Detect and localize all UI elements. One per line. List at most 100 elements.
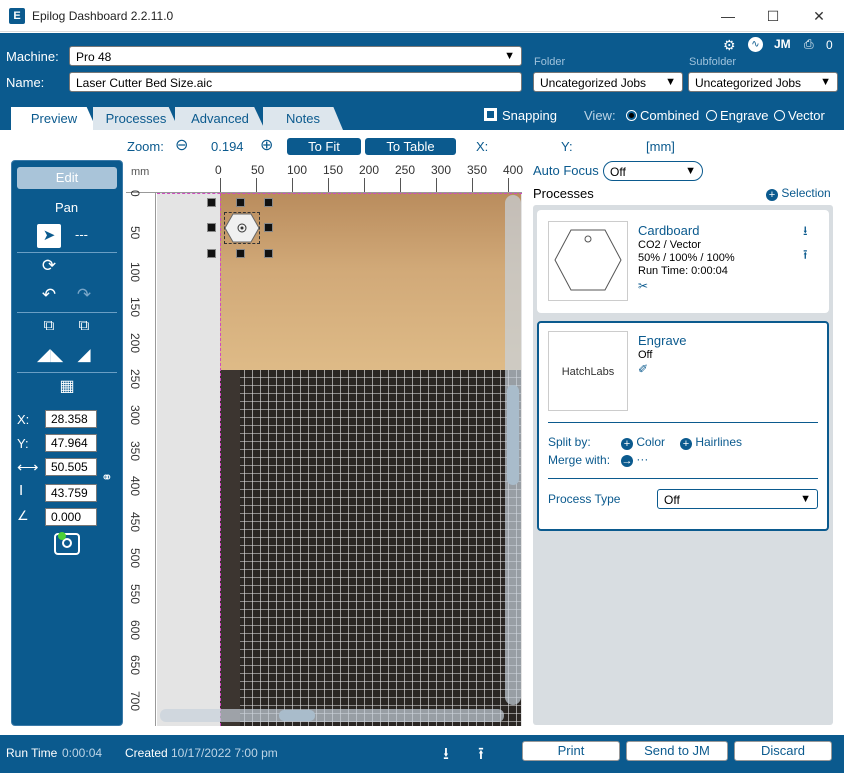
name-input[interactable]: Laser Cutter Bed Size.aic (69, 72, 522, 92)
folder-select[interactable]: Uncategorized Jobs ▼ (533, 72, 683, 92)
ruler-tick-label: 600 (128, 619, 142, 640)
chevron-down-icon: ▼ (800, 493, 811, 505)
print-button[interactable]: Print (522, 741, 620, 761)
view-vector-radio[interactable]: Vector (774, 108, 825, 123)
printer-icon[interactable]: ⎙ (804, 37, 814, 52)
resize-handle[interactable] (207, 223, 216, 232)
rotate-icon[interactable]: ⟳ (37, 256, 61, 276)
import-icon[interactable]: ⭳ (803, 222, 808, 244)
tab-notes[interactable]: Notes (263, 107, 343, 130)
x-coord-label: X: (476, 139, 489, 154)
edit-button[interactable]: Edit (17, 167, 117, 189)
divider (17, 312, 117, 313)
process-type-select[interactable]: Off ▼ (657, 489, 818, 509)
x-position-input[interactable]: 28.358 (45, 410, 97, 428)
engrave-process-name[interactable]: Engrave (638, 333, 686, 348)
bed-boundary-left (220, 193, 221, 726)
tab-preview[interactable]: Preview (11, 107, 97, 130)
import-folder-icon[interactable]: ⭳ (443, 741, 449, 770)
split-by-hairlines-button[interactable]: + Hairlines (680, 435, 742, 450)
ruler-tick-mark (508, 178, 509, 192)
snapping-checkbox[interactable] (484, 108, 497, 121)
undo-icon[interactable]: ↶ (37, 285, 61, 305)
scissors-icon[interactable]: ✂ (638, 279, 648, 293)
height-icon: I (19, 482, 24, 499)
gear-icon[interactable]: ⚙ (723, 37, 736, 54)
tab-processes[interactable]: Processes (93, 107, 179, 130)
resize-handle[interactable] (264, 223, 273, 232)
add-selection-button[interactable]: + Selection (766, 186, 831, 201)
process-name[interactable]: Cardboard (638, 223, 699, 238)
resize-handle[interactable] (207, 249, 216, 258)
ruler-tick-label: 450 (128, 512, 142, 533)
subfolder-select[interactable]: Uncategorized Jobs ▼ (688, 72, 838, 92)
resize-handle[interactable] (236, 249, 245, 258)
process-run-time: Run Time: 0:00:04 (638, 265, 728, 277)
bed-rail (220, 370, 240, 726)
flip-horizontal-icon[interactable]: ◢◣ (37, 345, 63, 365)
subfolder-label: Subfolder (689, 56, 737, 68)
ungroup-icon[interactable]: ⧉ (72, 317, 96, 334)
auto-focus-select[interactable]: Off ▼ (603, 161, 703, 181)
resize-handle[interactable] (264, 198, 273, 207)
camera-status-dot (58, 532, 66, 540)
bed-boundary-top (157, 193, 522, 194)
minimize-button[interactable]: — (717, 5, 739, 27)
arrow-right-icon: → (621, 455, 633, 467)
resize-handle[interactable] (264, 249, 273, 258)
zoom-out-icon[interactable]: ⊖ (175, 135, 188, 155)
engrave-tool-icon[interactable]: ✐ (638, 362, 648, 376)
divider (548, 422, 818, 423)
chevron-down-icon: ▼ (685, 165, 696, 177)
export-icon[interactable]: ⭱ (803, 246, 808, 268)
divider (548, 478, 818, 479)
close-button[interactable]: ✕ (808, 5, 830, 27)
select-pointer-icon[interactable]: ➤ (37, 224, 61, 248)
machine-select[interactable]: Pro 48 ▼ (69, 46, 522, 66)
horizontal-scroll-thumb[interactable] (279, 710, 315, 721)
divider (17, 252, 117, 253)
horizontal-scrollbar[interactable] (160, 709, 504, 722)
y-position-input[interactable]: 47.964 (45, 434, 97, 452)
auto-focus-label: Auto Focus (533, 163, 599, 178)
flip-vertical-icon[interactable]: ◢ (72, 345, 96, 365)
resize-handle[interactable] (207, 198, 216, 207)
zoom-value: 0.194 (211, 139, 244, 154)
zoom-in-icon[interactable]: ⊕ (260, 135, 273, 155)
view-combined-radio[interactable]: Combined (626, 108, 699, 123)
pan-label[interactable]: Pan (55, 200, 78, 215)
print-count: 0 (826, 38, 833, 52)
activity-icon[interactable]: ∿ (748, 37, 763, 52)
ruler-tick-mark (436, 178, 437, 192)
link-icon[interactable]: ⚭ (101, 469, 113, 486)
to-fit-button[interactable]: To Fit (287, 138, 361, 155)
camera-image-honeycomb-bed (220, 370, 521, 726)
tab-advanced[interactable]: Advanced (175, 107, 265, 130)
footer-run-time-value: 0:00:04 (62, 746, 103, 760)
array-grid-icon[interactable]: ▦ (55, 376, 79, 396)
ruler-tick-label: 150 (323, 163, 344, 177)
merge-with-button[interactable]: → ··· (621, 452, 648, 467)
vertical-scroll-thumb[interactable] (507, 385, 519, 485)
resize-handle[interactable] (236, 198, 245, 207)
ruler-tick-label: 250 (128, 369, 142, 390)
width-input[interactable]: 50.505 (45, 458, 97, 476)
to-table-button[interactable]: To Table (365, 138, 456, 155)
folder-label: Folder (534, 56, 566, 68)
height-input[interactable]: 43.759 (45, 484, 97, 502)
ruler-tick-label: 50 (128, 225, 142, 240)
send-to-jm-button[interactable]: Send to JM (626, 741, 728, 761)
angle-input[interactable]: 0.000 (45, 508, 97, 526)
export-folder-icon[interactable]: ⭱ (478, 741, 484, 770)
view-engrave-radio[interactable]: Engrave (706, 108, 768, 123)
group-icon[interactable]: ⧉ (37, 317, 61, 334)
discard-button[interactable]: Discard (734, 741, 832, 761)
plus-icon: + (766, 189, 778, 201)
maximize-button[interactable]: ☐ (762, 5, 784, 27)
job-manager-icon[interactable]: JM (774, 37, 791, 51)
x-label: X: (17, 412, 30, 427)
footer-run-time-label: Run Time (6, 746, 58, 760)
engrave-state: Off (638, 349, 653, 361)
split-by-color-button[interactable]: + Color (621, 435, 665, 450)
redo-icon[interactable]: ↷ (72, 285, 96, 305)
